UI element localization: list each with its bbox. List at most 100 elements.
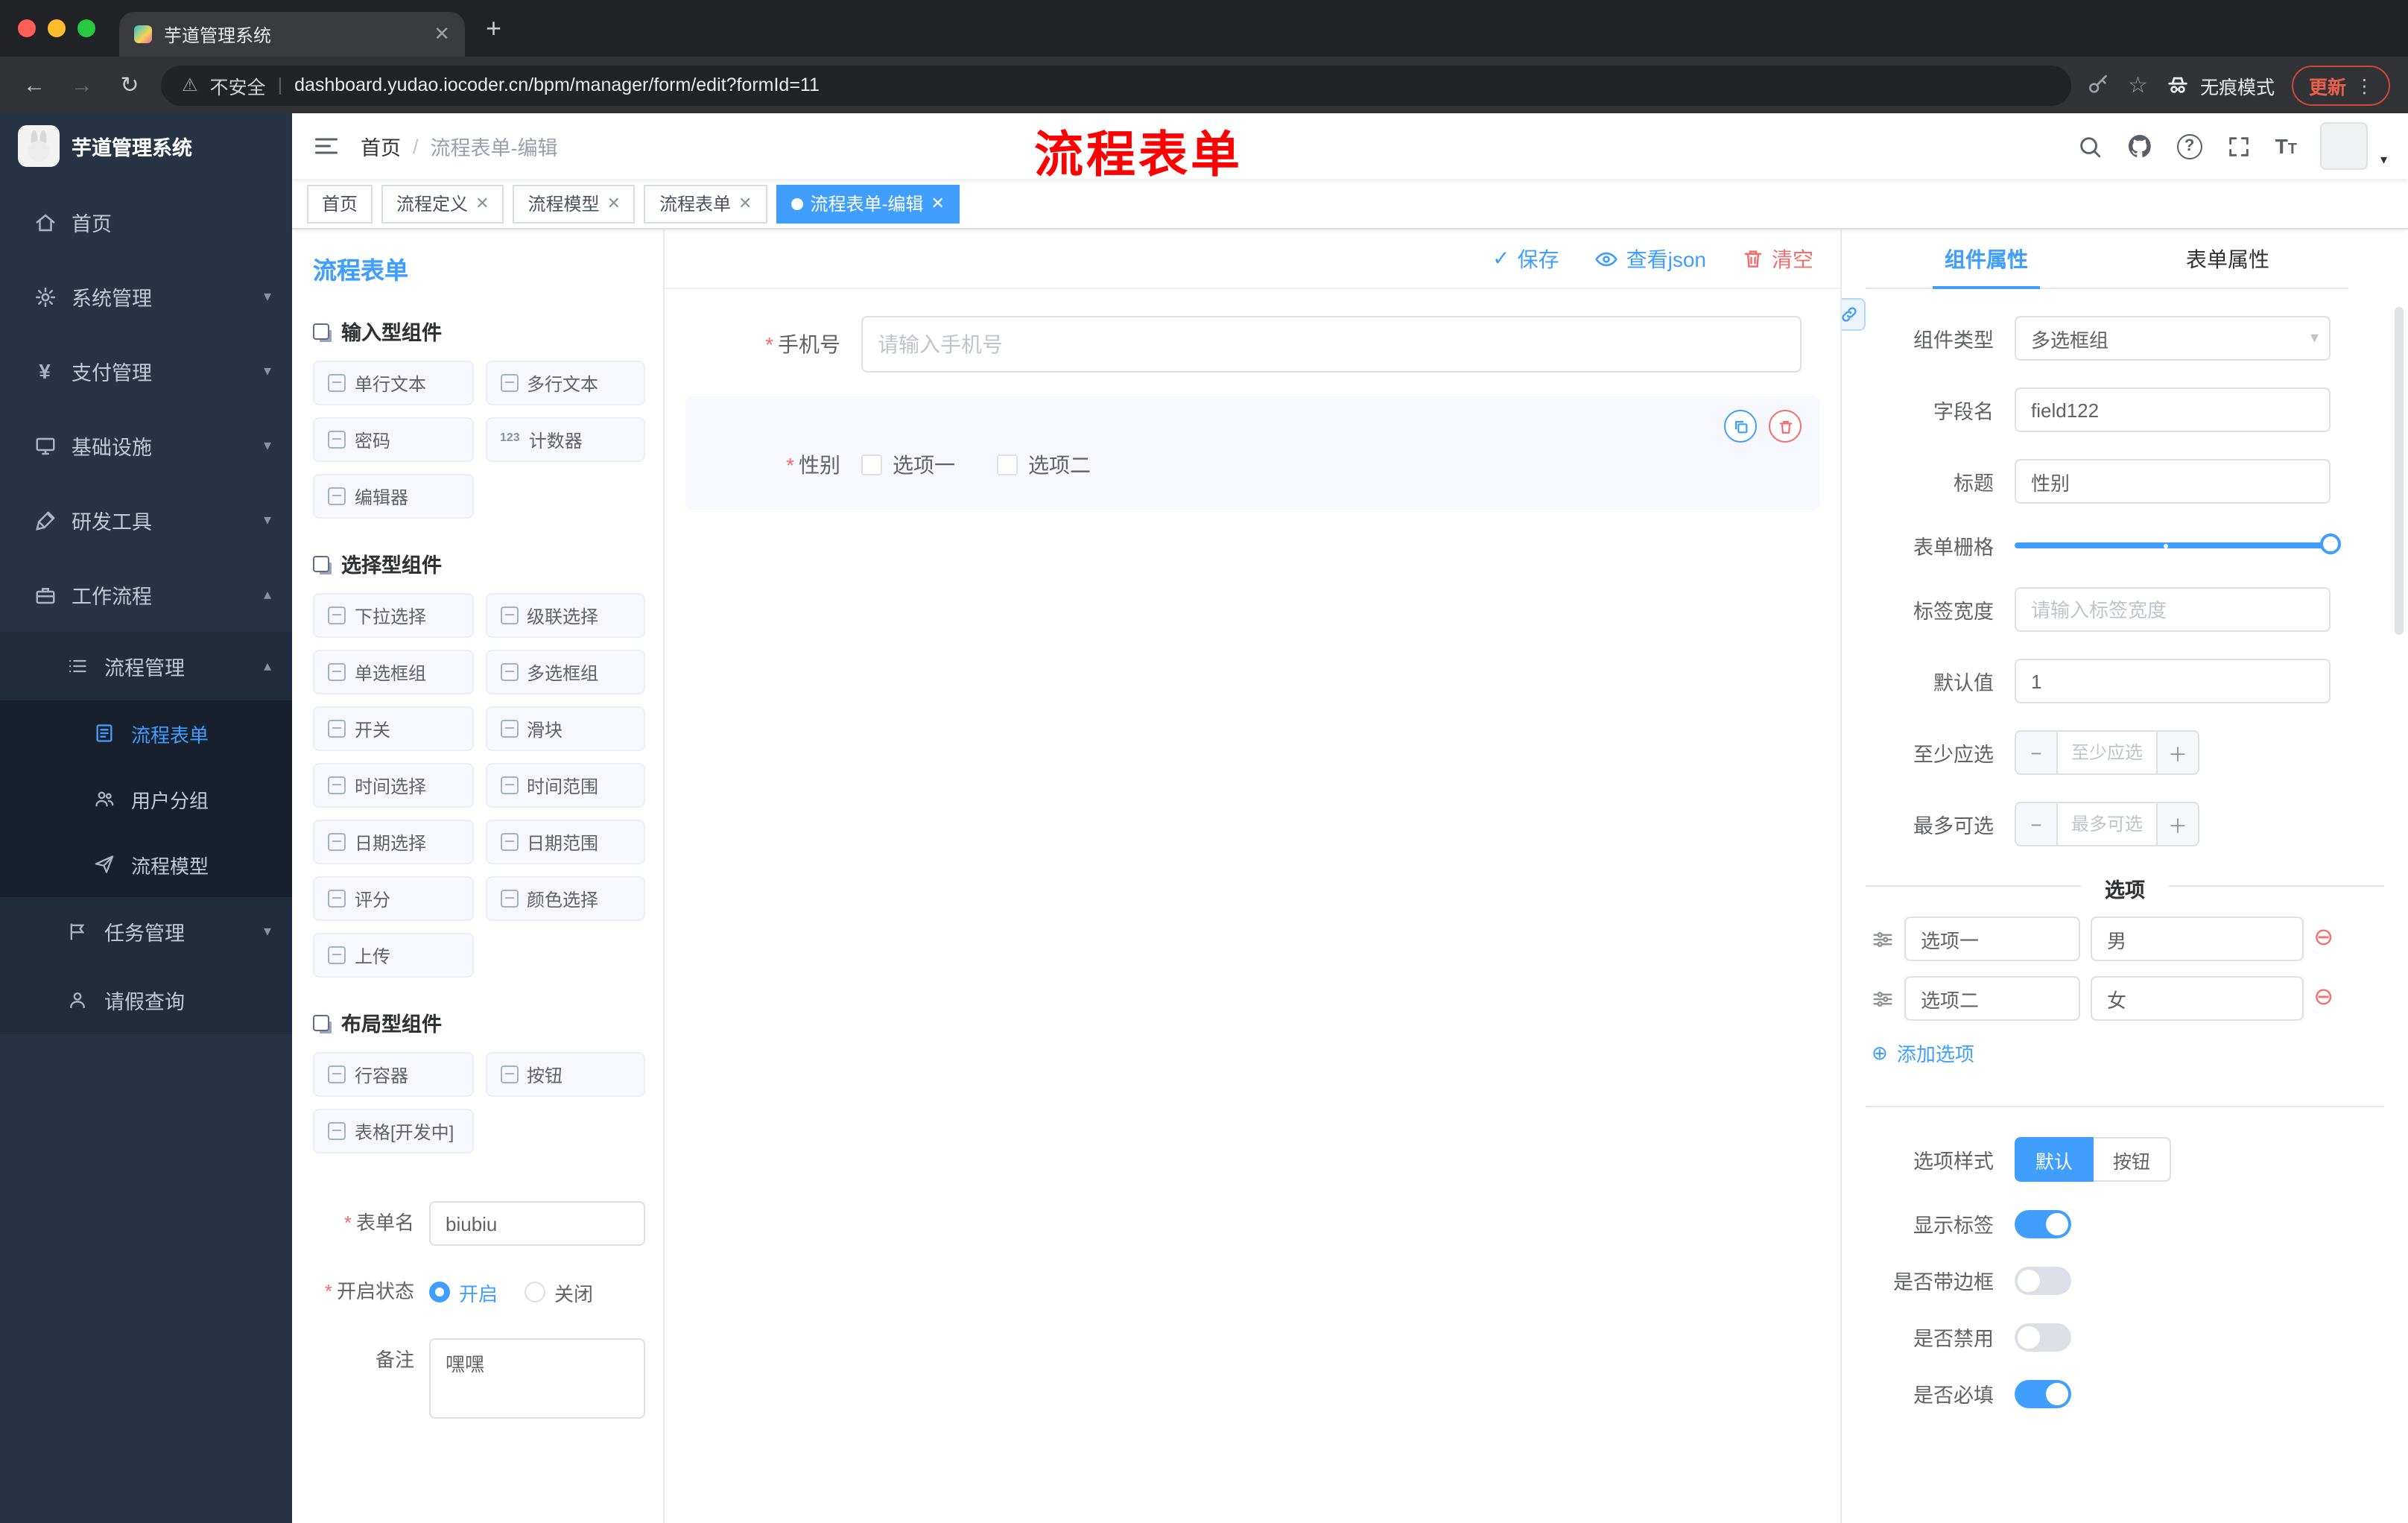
sidebar-item-system[interactable]: 系统管理 ▾: [0, 259, 292, 334]
help-icon[interactable]: ?: [2176, 133, 2202, 159]
tag-process-form-edit[interactable]: 流程表单-编辑 ✕: [776, 184, 960, 223]
tab-form-props[interactable]: 表单属性: [2107, 229, 2348, 288]
panel-scrollbar[interactable]: [2395, 307, 2404, 635]
sidebar-item-infra[interactable]: 基础设施 ▾: [0, 408, 292, 483]
palette-item-table[interactable]: 表格[开发中]: [313, 1109, 473, 1153]
drag-handle-icon[interactable]: [1872, 928, 1894, 950]
slider-handle[interactable]: [2320, 533, 2341, 554]
clear-button[interactable]: 清空: [1742, 244, 1813, 273]
sidebar-item-process-mgmt[interactable]: 流程管理 ▴: [0, 632, 292, 700]
palette-item-color-picker[interactable]: 颜色选择: [485, 876, 645, 921]
reload-icon[interactable]: ↻: [113, 72, 146, 98]
bookmark-star-icon[interactable]: ☆: [2128, 72, 2148, 98]
tag-process-form[interactable]: 流程表单 ✕: [644, 184, 767, 223]
disabled-toggle[interactable]: [2015, 1323, 2071, 1351]
default-value-input[interactable]: [2015, 659, 2331, 703]
delete-field-icon[interactable]: [1769, 410, 1802, 443]
hamburger-icon[interactable]: [313, 133, 340, 159]
label-width-input[interactable]: [2015, 587, 2331, 632]
tab-close-icon[interactable]: ✕: [434, 22, 450, 46]
option-label-input[interactable]: [1904, 916, 2080, 961]
palette-item-date-range[interactable]: 日期范围: [485, 820, 645, 864]
plus-icon[interactable]: ＋: [2156, 732, 2198, 773]
close-window-button[interactable]: [18, 19, 36, 37]
required-toggle[interactable]: [2015, 1379, 2071, 1408]
drag-handle-icon[interactable]: [1872, 987, 1894, 1010]
status-radio-on[interactable]: 开启: [429, 1278, 498, 1306]
tag-close-icon[interactable]: ✕: [475, 194, 489, 213]
palette-item-textarea[interactable]: 多行文本: [485, 361, 645, 405]
tag-close-icon[interactable]: ✕: [931, 194, 944, 213]
gender-option-2[interactable]: 选项二: [997, 450, 1091, 480]
palette-item-time-range[interactable]: 时间范围: [485, 763, 645, 808]
component-type-value[interactable]: [2015, 316, 2331, 361]
plus-icon[interactable]: ＋: [2156, 803, 2198, 845]
new-tab-button[interactable]: +: [486, 13, 501, 44]
tag-close-icon[interactable]: ✕: [607, 194, 621, 213]
border-toggle[interactable]: [2015, 1266, 2071, 1294]
show-label-toggle[interactable]: [2015, 1209, 2071, 1238]
tag-process-model[interactable]: 流程模型 ✕: [513, 184, 636, 223]
minus-icon[interactable]: −: [2016, 732, 2058, 773]
address-bar[interactable]: ⚠ 不安全 | dashboard.yudao.iocoder.cn/bpm/m…: [161, 65, 2072, 105]
palette-item-checkbox-group[interactable]: 多选框组: [485, 650, 645, 694]
remove-option-icon[interactable]: ⊖: [2313, 986, 2333, 1010]
view-json-button[interactable]: 查看json: [1595, 244, 1706, 273]
form-name-input[interactable]: [429, 1201, 645, 1246]
canvas-field-gender-selected[interactable]: 性别 选项一 选项二: [685, 396, 1819, 510]
add-option-button[interactable]: ⊕ 添加选项: [1872, 1039, 2384, 1067]
github-icon[interactable]: [2126, 133, 2153, 159]
password-key-icon[interactable]: [2086, 73, 2110, 97]
forward-icon[interactable]: →: [66, 72, 98, 98]
palette-item-cascader[interactable]: 级联选择: [485, 593, 645, 638]
back-icon[interactable]: ←: [18, 72, 51, 98]
palette-item-time-picker[interactable]: 时间选择: [313, 763, 473, 808]
avatar[interactable]: [2320, 122, 2369, 170]
component-type-select[interactable]: ▾: [2015, 316, 2331, 361]
sidebar-item-process-form[interactable]: 流程表单: [0, 700, 292, 766]
search-icon[interactable]: [2077, 133, 2103, 159]
fullscreen-icon[interactable]: [2226, 133, 2252, 159]
option-value-input[interactable]: [2091, 916, 2304, 961]
tag-home[interactable]: 首页: [307, 184, 373, 223]
phone-input[interactable]: [861, 316, 1802, 373]
sidebar-item-dev-tools[interactable]: 研发工具 ▾: [0, 483, 292, 557]
form-remark-textarea[interactable]: 嘿嘿: [429, 1338, 645, 1419]
tag-process-definition[interactable]: 流程定义 ✕: [381, 184, 504, 223]
palette-item-password[interactable]: 密码: [313, 417, 473, 462]
tab-component-props[interactable]: 组件属性: [1866, 229, 2107, 289]
link-icon[interactable]: [1842, 298, 1866, 331]
palette-item-date-picker[interactable]: 日期选择: [313, 820, 473, 864]
sidebar-item-task-mgmt[interactable]: 任务管理 ▾: [0, 897, 292, 966]
tag-close-icon[interactable]: ✕: [738, 194, 752, 213]
minus-icon[interactable]: −: [2016, 803, 2058, 845]
palette-item-editor[interactable]: 编辑器: [313, 474, 473, 519]
browser-menu-icon[interactable]: ⋮: [2355, 74, 2374, 96]
option-value-input[interactable]: [2091, 976, 2304, 1021]
minimize-window-button[interactable]: [48, 19, 66, 37]
palette-item-single-line-text[interactable]: 单行文本: [313, 361, 473, 405]
sidebar-item-home[interactable]: 首页: [0, 185, 292, 259]
palette-item-select[interactable]: 下拉选择: [313, 593, 473, 638]
option-label-input[interactable]: [1904, 976, 2080, 1021]
app-logo[interactable]: 芋道管理系统: [0, 113, 292, 179]
palette-item-row-container[interactable]: 行容器: [313, 1052, 473, 1097]
min-select-input[interactable]: [2058, 732, 2156, 773]
palette-item-radio-group[interactable]: 单选框组: [313, 650, 473, 694]
palette-item-switch[interactable]: 开关: [313, 706, 473, 751]
browser-update-button[interactable]: 更新 ⋮: [2292, 65, 2390, 105]
sidebar-item-process-model[interactable]: 流程模型: [0, 832, 292, 897]
palette-item-rate[interactable]: 评分: [313, 876, 473, 921]
canvas-field-phone[interactable]: 手机号: [685, 316, 1819, 373]
title-input[interactable]: [2015, 459, 2331, 504]
breadcrumb-home[interactable]: 首页: [361, 131, 401, 161]
status-radio-off[interactable]: 关闭: [525, 1278, 593, 1306]
field-name-input[interactable]: [2015, 387, 2331, 432]
palette-item-button[interactable]: 按钮: [485, 1052, 645, 1097]
browser-tab[interactable]: 芋道管理系统 ✕: [119, 12, 465, 57]
sidebar-item-workflow[interactable]: 工作流程 ▴: [0, 557, 292, 632]
sidebar-item-leave-query[interactable]: 请假查询: [0, 966, 292, 1034]
font-size-icon[interactable]: TT: [2275, 134, 2297, 158]
remove-option-icon[interactable]: ⊖: [2313, 926, 2333, 951]
maximize-window-button[interactable]: [77, 19, 95, 37]
